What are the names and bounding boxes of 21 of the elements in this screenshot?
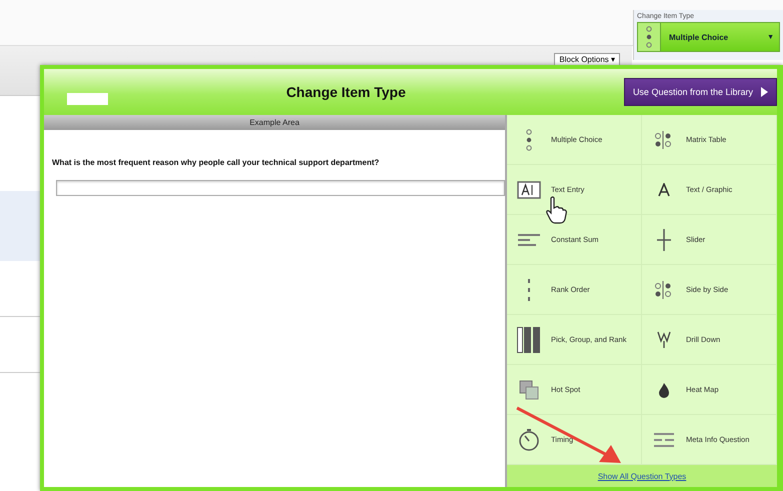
- text-box-icon: [517, 180, 541, 198]
- slider-icon: [657, 228, 671, 250]
- radio-list-icon: [525, 128, 533, 150]
- dialog-title: Change Item Type: [285, 84, 407, 100]
- hand-cursor-icon: [544, 196, 568, 224]
- block-options-dropdown[interactable]: Block Options ▾: [554, 53, 620, 66]
- example-header: Example Area: [44, 115, 505, 130]
- columns-icon: [517, 326, 541, 352]
- blank-label: [67, 93, 108, 105]
- radio-list-icon: [645, 26, 653, 48]
- bars-icon: [518, 232, 540, 246]
- letter-icon: [657, 182, 671, 196]
- stopwatch-icon: [518, 428, 540, 450]
- list-icon: [654, 432, 674, 448]
- question-text: What is the most frequent reason why people call your technical support department?: [52, 158, 380, 167]
- rank-icon: [526, 278, 532, 300]
- library-button[interactable]: Use Question from the Library: [624, 78, 777, 106]
- play-icon: [761, 87, 768, 97]
- row-background: [0, 191, 40, 261]
- squares-icon: [519, 380, 539, 400]
- show-all-link[interactable]: Show All Question Types: [598, 472, 686, 480]
